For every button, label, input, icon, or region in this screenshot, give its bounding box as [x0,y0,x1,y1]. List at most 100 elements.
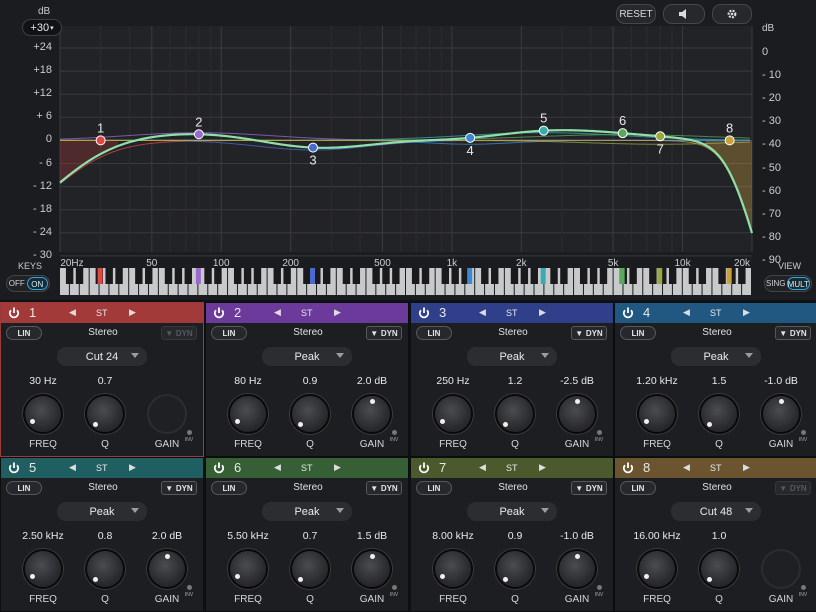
invert-toggle[interactable]: INV [184,430,194,443]
dyn-button[interactable]: ▼ DYN [775,481,811,495]
black-key[interactable] [441,268,450,284]
dyn-button[interactable]: ▼ DYN [161,326,197,340]
black-key[interactable] [184,268,192,284]
q-knob[interactable] [699,549,739,589]
q-value[interactable]: 0.9 [485,530,545,542]
black-key[interactable] [65,268,74,284]
black-key[interactable] [629,268,637,284]
piano-keyboard[interactable] [60,268,760,295]
channel-next-icon[interactable]: ▶ [539,462,546,473]
band-panel-8[interactable]: 8 ◀ ST ▶ LIN Stereo ▼ DYN Cut 48 16.00 kH… [614,457,816,612]
black-key[interactable] [382,268,390,284]
power-icon[interactable] [417,461,431,475]
invert-toggle[interactable]: INV [184,585,194,598]
freq-value[interactable]: 16.00 kHz [627,530,687,542]
black-key[interactable] [411,268,420,284]
power-icon[interactable] [212,461,226,475]
speaker-button[interactable] [663,4,705,24]
gain-value[interactable]: 2.0 dB [137,530,197,542]
channel-next-icon[interactable]: ▶ [539,307,546,318]
filter-type-select[interactable]: Cut 48 [671,502,761,521]
filter-type-select[interactable]: Peak [57,502,147,521]
freq-knob[interactable] [433,394,473,434]
black-key[interactable] [451,268,459,284]
gain-knob[interactable] [761,394,801,434]
dyn-button[interactable]: ▼ DYN [571,326,607,340]
gain-knob[interactable] [147,394,187,434]
black-key[interactable] [668,268,677,284]
filter-type-select[interactable]: Peak [467,347,557,366]
black-key[interactable] [392,268,400,284]
channel-prev-icon[interactable]: ◀ [69,462,76,473]
freq-value[interactable]: 5.50 kHz [218,530,278,542]
invert-toggle[interactable]: INV [594,430,604,443]
dyn-button[interactable]: ▼ DYN [775,326,811,340]
black-key[interactable] [560,268,568,284]
keys-toggle[interactable]: OFF ON [6,275,50,292]
gain-knob[interactable] [352,394,392,434]
black-key[interactable] [164,268,173,284]
filter-type-select[interactable]: Peak [671,347,761,366]
view-toggle[interactable]: SING MULT [764,275,812,292]
gain-knob[interactable] [352,549,392,589]
black-key[interactable] [550,268,558,284]
channel-prev-icon[interactable]: ◀ [69,307,76,318]
band-panel-5[interactable]: 5 ◀ ST ▶ LIN Stereo ▼ DYN Peak 2.50 kHz 0… [0,457,204,612]
black-key[interactable] [718,268,726,284]
eq-display[interactable]: 1 2 3 4 5 6 7 8 dB +30 ▾ RESET dB +24 +18 +12 + 6 0 -… [0,0,816,300]
gain-value[interactable]: 1.5 dB [342,530,402,542]
reset-button[interactable]: RESET [616,4,656,24]
freq-value[interactable]: 30 Hz [13,375,73,387]
gain-value[interactable]: 2.0 dB [342,375,402,387]
band-panel-1[interactable]: 1 ◀ ST ▶ LIN Stereo ▼ DYN Cut 24 30 Hz 0.… [0,302,204,457]
black-key[interactable] [421,268,430,284]
black-key[interactable] [698,268,707,284]
db-range-select[interactable]: +30 ▾ [22,19,62,36]
q-knob[interactable] [495,394,535,434]
power-icon[interactable] [7,461,21,475]
black-key[interactable] [589,268,598,284]
channel-prev-icon[interactable]: ◀ [683,307,690,318]
dyn-button[interactable]: ▼ DYN [366,326,402,340]
dyn-button[interactable]: ▼ DYN [366,481,402,495]
black-key[interactable] [105,268,113,284]
band-panel-4[interactable]: 4 ◀ ST ▶ LIN Stereo ▼ DYN Peak 1.20 kHz 1… [614,302,816,457]
black-key[interactable] [75,268,84,284]
black-key[interactable] [303,268,311,284]
q-knob[interactable] [699,394,739,434]
q-value[interactable]: 1.0 [689,530,749,542]
black-key[interactable] [174,268,183,284]
q-value[interactable]: 0.7 [75,375,135,387]
q-knob[interactable] [290,549,330,589]
black-key[interactable] [372,268,380,284]
black-key[interactable] [322,268,331,284]
channel-prev-icon[interactable]: ◀ [479,462,486,473]
freq-value[interactable]: 250 Hz [423,375,483,387]
channel-next-icon[interactable]: ▶ [129,462,136,473]
gain-knob[interactable] [557,394,597,434]
black-key[interactable] [510,268,519,284]
black-key[interactable] [688,268,697,284]
freq-knob[interactable] [228,394,268,434]
freq-knob[interactable] [23,549,63,589]
gain-knob[interactable] [147,549,187,589]
black-key[interactable] [145,268,153,284]
channel-prev-icon[interactable]: ◀ [274,307,281,318]
invert-toggle[interactable]: INV [594,585,604,598]
freq-knob[interactable] [228,549,268,589]
black-key[interactable] [352,268,361,284]
q-value[interactable]: 1.2 [485,375,545,387]
gain-value[interactable]: -1.0 dB [751,375,811,387]
black-key[interactable] [204,268,212,284]
q-knob[interactable] [85,549,125,589]
band-panel-7[interactable]: 7 ◀ ST ▶ LIN Stereo ▼ DYN Peak 8.00 kHz 0… [410,457,614,612]
settings-button[interactable] [712,4,752,24]
q-value[interactable]: 1.5 [689,375,749,387]
channel-next-icon[interactable]: ▶ [743,307,750,318]
power-icon[interactable] [7,306,21,320]
black-key[interactable] [243,268,252,284]
channel-prev-icon[interactable]: ◀ [274,462,281,473]
freq-value[interactable]: 80 Hz [218,375,278,387]
power-icon[interactable] [621,306,635,320]
channel-next-icon[interactable]: ▶ [334,462,341,473]
